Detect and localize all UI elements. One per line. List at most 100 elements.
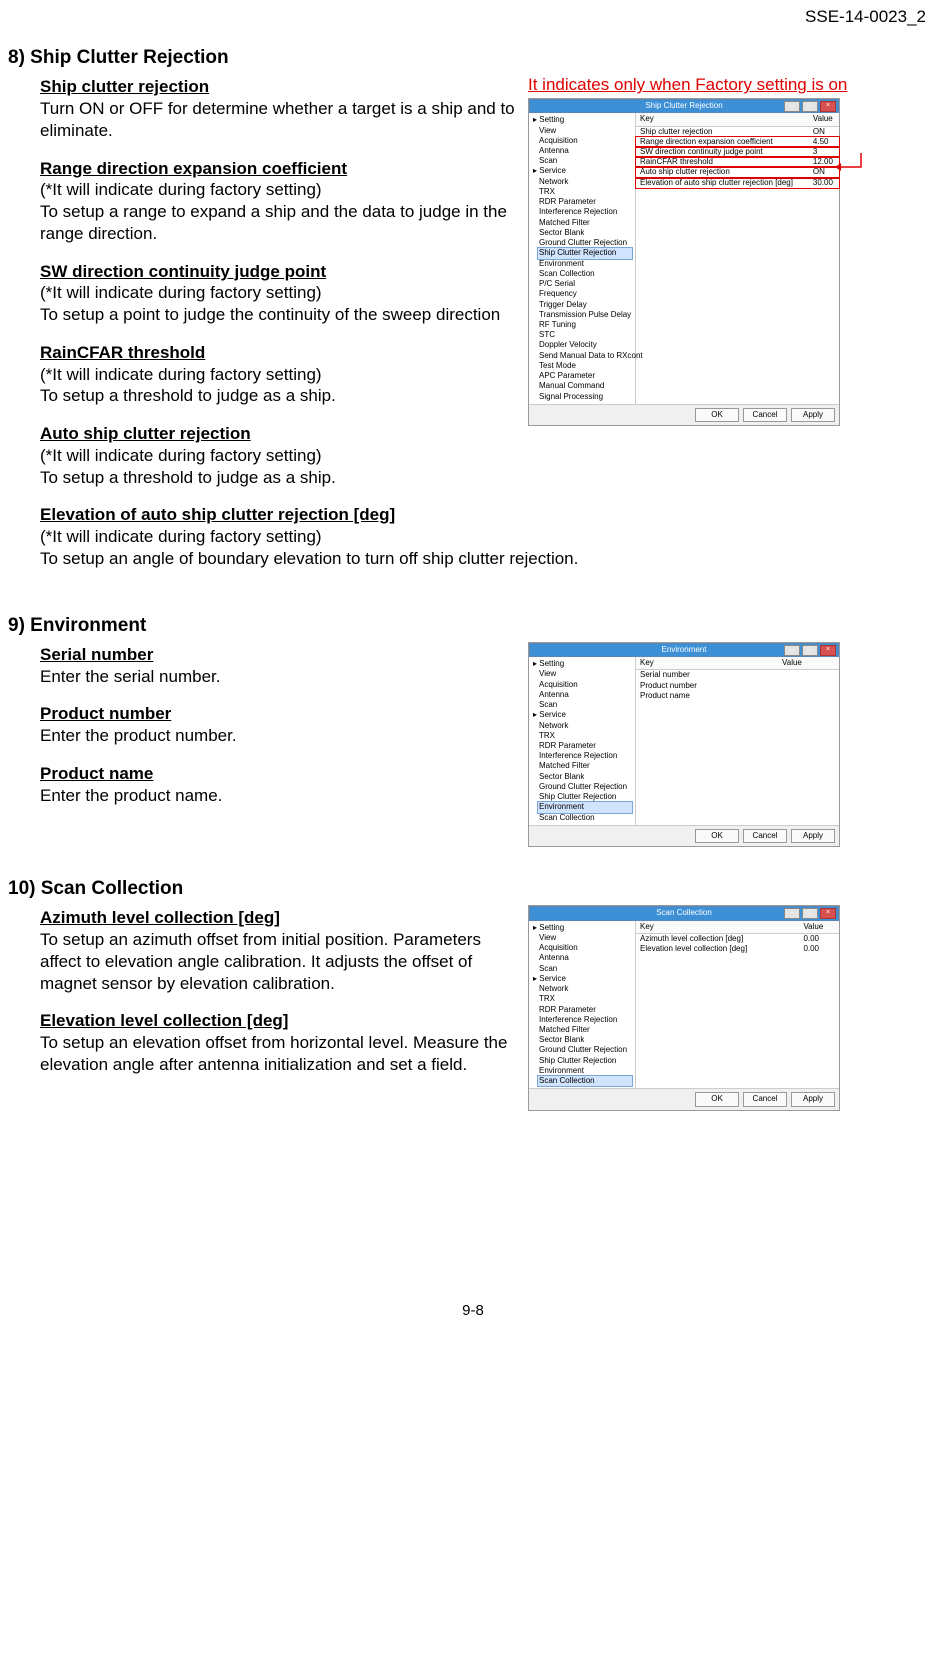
tree-item[interactable]: Acquisition: [538, 136, 632, 146]
tree-item[interactable]: Signal Processing: [538, 392, 632, 402]
tree-item[interactable]: ▸ Service: [532, 710, 632, 720]
close-icon[interactable]: ×: [820, 908, 836, 919]
tree-item[interactable]: Ship Clutter Rejection: [538, 1056, 632, 1066]
ok-button[interactable]: OK: [695, 1092, 739, 1106]
tree-item[interactable]: ▸ Service: [532, 166, 632, 176]
tree-item[interactable]: ▸ Service: [532, 974, 632, 984]
page-number: 9-8: [8, 1301, 938, 1320]
tree-item[interactable]: Frequency: [538, 289, 632, 299]
red-callout-arrow: [833, 151, 863, 181]
cancel-button[interactable]: Cancel: [743, 408, 787, 422]
tree-item[interactable]: Trigger Delay: [538, 300, 632, 310]
tree-item[interactable]: RDR Parameter: [538, 197, 632, 207]
tree-item[interactable]: TRX: [538, 994, 632, 1004]
tree-item[interactable]: Sector Blank: [538, 1035, 632, 1045]
tree-item[interactable]: P/C Serial: [538, 279, 632, 289]
tree-item[interactable]: Network: [538, 721, 632, 731]
tree-item[interactable]: Interference Rejection: [538, 751, 632, 761]
minimize-icon[interactable]: –: [784, 908, 800, 919]
apply-button[interactable]: Apply: [791, 829, 835, 843]
ok-button[interactable]: OK: [695, 829, 739, 843]
definition-title: Product name: [40, 763, 520, 785]
tree-item[interactable]: ▸ Setting: [532, 115, 632, 125]
tree-item[interactable]: Ground Clutter Rejection: [538, 782, 632, 792]
tree-item[interactable]: View: [538, 126, 632, 136]
tree-item[interactable]: Acquisition: [538, 680, 632, 690]
tree-item[interactable]: Interference Rejection: [538, 207, 632, 217]
table-row[interactable]: Product number: [636, 681, 839, 691]
tree-item[interactable]: Matched Filter: [538, 761, 632, 771]
tree-item[interactable]: View: [538, 933, 632, 943]
tree-item[interactable]: Ship Clutter Rejection: [538, 792, 632, 802]
tree-item[interactable]: RDR Parameter: [538, 741, 632, 751]
table-row[interactable]: RainCFAR threshold12.00: [636, 157, 839, 167]
tree-item[interactable]: Sector Blank: [538, 772, 632, 782]
tree-item[interactable]: TRX: [538, 187, 632, 197]
tree-item[interactable]: Ground Clutter Rejection: [538, 1045, 632, 1055]
tree-item[interactable]: Network: [538, 984, 632, 994]
tree-item[interactable]: Antenna: [538, 690, 632, 700]
tree-item[interactable]: TRX: [538, 731, 632, 741]
tree-item[interactable]: APC Parameter: [538, 371, 632, 381]
tree-item[interactable]: Scan: [538, 700, 632, 710]
minimize-icon[interactable]: –: [784, 101, 800, 112]
tree-item[interactable]: Interference Rejection: [538, 1015, 632, 1025]
cancel-button[interactable]: Cancel: [743, 829, 787, 843]
tree-item[interactable]: Scan: [538, 964, 632, 974]
tree-item[interactable]: View: [538, 669, 632, 679]
tree-item[interactable]: Antenna: [538, 953, 632, 963]
section-9-figure: Environment –□× ▸ SettingViewAcquisitionAn…: [528, 642, 840, 847]
table-row[interactable]: Elevation level collection [deg]0.00: [636, 944, 839, 954]
tree-item[interactable]: RDR Parameter: [538, 1005, 632, 1015]
tree-item[interactable]: Transmission Pulse Delay: [538, 310, 632, 320]
tree-item[interactable]: Acquisition: [538, 943, 632, 953]
tree-item[interactable]: Ground Clutter Rejection: [538, 238, 632, 248]
table-row[interactable]: Product name: [636, 691, 839, 701]
apply-button[interactable]: Apply: [791, 1092, 835, 1106]
tree-item[interactable]: Send Manual Data to RXcont: [538, 351, 632, 361]
tree-item[interactable]: Antenna: [538, 146, 632, 156]
apply-button[interactable]: Apply: [791, 408, 835, 422]
tree-item[interactable]: Scan Collection: [538, 269, 632, 279]
tree-item[interactable]: Scan Collection: [538, 813, 632, 823]
dialog-ship-clutter: Ship Clutter Rejection –□× ▸ SettingViewAc…: [528, 98, 840, 426]
table-row[interactable]: Auto ship clutter rejectionON: [636, 167, 839, 177]
tree-item[interactable]: Doppler Velocity: [538, 340, 632, 350]
tree-item[interactable]: ▸ Setting: [532, 923, 632, 933]
tree-item[interactable]: Scan Collection: [538, 1076, 632, 1086]
cancel-button[interactable]: Cancel: [743, 1092, 787, 1106]
tree-item[interactable]: Network: [538, 177, 632, 187]
dialog-tree: ▸ SettingViewAcquisitionAntennaScan▸ Ser…: [529, 921, 636, 1089]
tree-item[interactable]: Environment: [538, 1066, 632, 1076]
tree-item[interactable]: Manual Command: [538, 381, 632, 391]
table-row[interactable]: SW direction continuity judge point3: [636, 147, 839, 157]
tree-item[interactable]: Sector Blank: [538, 228, 632, 238]
maximize-icon[interactable]: □: [802, 101, 818, 112]
maximize-icon[interactable]: □: [802, 908, 818, 919]
maximize-icon[interactable]: □: [802, 645, 818, 656]
table-row[interactable]: Elevation of auto ship clutter rejection…: [636, 178, 839, 188]
tree-item[interactable]: ▸ Setting: [532, 659, 632, 669]
tree-item[interactable]: Matched Filter: [538, 1025, 632, 1035]
close-icon[interactable]: ×: [820, 101, 836, 112]
definition-body: Enter the product number.: [40, 725, 520, 747]
close-icon[interactable]: ×: [820, 645, 836, 656]
table-row[interactable]: Azimuth level collection [deg]0.00: [636, 933, 839, 944]
minimize-icon[interactable]: –: [784, 645, 800, 656]
ok-button[interactable]: OK: [695, 408, 739, 422]
cell-key: Range direction expansion coefficient: [636, 137, 809, 147]
tree-item[interactable]: Test Mode: [538, 361, 632, 371]
tree-item[interactable]: RF Tuning: [538, 320, 632, 330]
tree-item[interactable]: Environment: [538, 802, 632, 812]
tree-item[interactable]: Ship Clutter Rejection: [538, 248, 632, 258]
definition-title: Product number: [40, 703, 520, 725]
tree-item[interactable]: Scan: [538, 156, 632, 166]
table-row[interactable]: Range direction expansion coefficient4.5…: [636, 137, 839, 147]
tree-item[interactable]: Matched Filter: [538, 218, 632, 228]
definition-body: To setup a threshold to judge as a ship.: [40, 385, 520, 407]
table-row[interactable]: Ship clutter rejectionON: [636, 126, 839, 137]
tree-item[interactable]: STC: [538, 330, 632, 340]
table-row[interactable]: Serial number: [636, 670, 839, 681]
tree-item[interactable]: Environment: [538, 259, 632, 269]
dialog-titlebar: Scan Collection–□×: [529, 906, 839, 920]
